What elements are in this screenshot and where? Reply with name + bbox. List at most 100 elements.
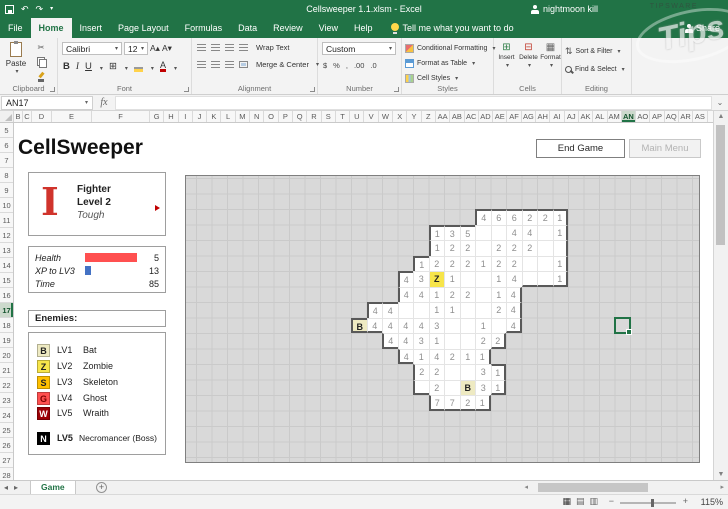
board-cell[interactable]: 1	[553, 271, 569, 287]
board-cell[interactable]: 4	[367, 318, 383, 334]
board-cell[interactable]	[475, 225, 491, 241]
column-header-O[interactable]: O	[264, 111, 278, 122]
column-header-Q[interactable]: Q	[293, 111, 307, 122]
insert-button[interactable]: ⊞Insert▾	[496, 43, 517, 69]
vertical-scroll-thumb[interactable]	[716, 125, 725, 245]
board-cell[interactable]: 1	[475, 318, 491, 334]
board-cell[interactable]: 5	[460, 225, 476, 241]
column-header-W[interactable]: W	[379, 111, 393, 122]
board-enemy-bat[interactable]: B	[460, 380, 476, 396]
row-header-23[interactable]: 23	[0, 393, 13, 408]
board-cell[interactable]: 3	[413, 271, 429, 287]
board-cell[interactable]: 1	[553, 256, 569, 272]
number-dialog-launcher[interactable]	[394, 87, 399, 92]
board-cell[interactable]: 1	[491, 364, 507, 380]
name-box-caret-icon[interactable]: ▾	[85, 99, 88, 106]
italic-icon[interactable]: I	[76, 62, 79, 72]
board-cell[interactable]	[475, 240, 491, 256]
board-cell[interactable]: 1	[429, 225, 445, 241]
board-cell[interactable]	[460, 271, 476, 287]
tab-insert[interactable]: Insert	[72, 18, 111, 38]
align-center-icon[interactable]	[211, 61, 220, 68]
board-cell[interactable]: 1	[444, 271, 460, 287]
board-cell[interactable]: 3	[444, 225, 460, 241]
row-header-6[interactable]: 6	[0, 138, 13, 153]
sort-filter-button[interactable]: ⇅Sort & Filter▾	[565, 44, 621, 58]
zoom-out-icon[interactable]: −	[609, 496, 614, 506]
accounting-format-icon[interactable]: $	[323, 61, 327, 70]
board-cell[interactable]: 1	[553, 225, 569, 241]
board-cell[interactable]	[537, 256, 553, 272]
borders-icon[interactable]: ⊞	[109, 61, 117, 72]
new-sheet-icon[interactable]: +	[96, 482, 107, 493]
board-cell[interactable]: 1	[491, 271, 507, 287]
next-sheet-icon[interactable]: ▸	[14, 481, 18, 494]
formula-input[interactable]	[115, 96, 712, 110]
board-cell[interactable]: 1	[475, 349, 491, 365]
board-cell[interactable]: 3	[413, 333, 429, 349]
board-cell[interactable]: 4	[475, 209, 491, 225]
board-cell[interactable]: 6	[491, 209, 507, 225]
board-cell[interactable]	[537, 225, 553, 241]
row-header-21[interactable]: 21	[0, 363, 13, 378]
board-cell[interactable]: 2	[506, 256, 522, 272]
format-button[interactable]: ▦Format▾	[540, 43, 561, 69]
normal-view-icon[interactable]: ▦	[562, 496, 571, 507]
board-cell[interactable]	[475, 302, 491, 318]
board-cell[interactable]: 1	[429, 240, 445, 256]
board-cell[interactable]: 1	[429, 302, 445, 318]
board-cell[interactable]: 7	[444, 395, 460, 411]
board-cell[interactable]	[475, 287, 491, 303]
column-header-AA[interactable]: AA	[436, 111, 450, 122]
board-cell[interactable]: 2	[413, 364, 429, 380]
row-header-10[interactable]: 10	[0, 198, 13, 213]
board-cell[interactable]: 3	[475, 364, 491, 380]
copy-icon[interactable]	[37, 57, 46, 67]
board-cell[interactable]: 3	[429, 318, 445, 334]
board-cell[interactable]: 4	[398, 271, 414, 287]
cut-icon[interactable]: ✂	[38, 43, 45, 52]
board-cell[interactable]	[398, 302, 414, 318]
board-cell[interactable]	[460, 302, 476, 318]
end-game-button[interactable]: End Game	[536, 139, 625, 158]
column-header-B[interactable]: B	[14, 111, 23, 122]
column-header-X[interactable]: X	[393, 111, 407, 122]
board-cell[interactable]	[413, 380, 429, 396]
fill-color-icon[interactable]	[134, 67, 143, 72]
row-header-5[interactable]: 5	[0, 123, 13, 138]
board-cell[interactable]	[460, 333, 476, 349]
board-cell[interactable]: 4	[429, 349, 445, 365]
format-painter-icon[interactable]	[36, 72, 46, 82]
board-cell[interactable]: 4	[506, 225, 522, 241]
column-header-C[interactable]: C	[23, 111, 32, 122]
align-right-icon[interactable]	[225, 61, 234, 68]
board-cell[interactable]: 4	[413, 287, 429, 303]
column-header-G[interactable]: G	[150, 111, 164, 122]
font-name-select[interactable]: Calibri▾	[62, 42, 122, 55]
format-as-table-button[interactable]: Format as Table▾	[405, 56, 493, 71]
board-cell[interactable]: 2	[429, 256, 445, 272]
clipboard-dialog-launcher[interactable]	[50, 87, 55, 92]
column-header-AP[interactable]: AP	[650, 111, 664, 122]
row-header-17[interactable]: 17	[0, 303, 13, 318]
column-header-N[interactable]: N	[250, 111, 264, 122]
board-cell[interactable]: 4	[506, 271, 522, 287]
board-cell[interactable]: 2	[537, 209, 553, 225]
row-header-12[interactable]: 12	[0, 228, 13, 243]
page-layout-view-icon[interactable]: ▤	[576, 496, 585, 507]
tab-file[interactable]: File	[0, 18, 31, 38]
board-cell[interactable]: 2	[491, 302, 507, 318]
board-cell[interactable]: 4	[398, 318, 414, 334]
board-cell[interactable]: 1	[553, 209, 569, 225]
board-cell[interactable]: 2	[491, 333, 507, 349]
row-header-9[interactable]: 9	[0, 183, 13, 198]
column-header-AF[interactable]: AF	[507, 111, 521, 122]
board-cell[interactable]: 2	[491, 256, 507, 272]
column-header-U[interactable]: U	[350, 111, 364, 122]
board-cell[interactable]: 4	[506, 302, 522, 318]
board-cell[interactable]	[537, 271, 553, 287]
board-cell[interactable]: 2	[444, 349, 460, 365]
account-name[interactable]: nightmoon kill	[531, 0, 598, 18]
column-header-I[interactable]: I	[179, 111, 193, 122]
row-header-8[interactable]: 8	[0, 168, 13, 183]
